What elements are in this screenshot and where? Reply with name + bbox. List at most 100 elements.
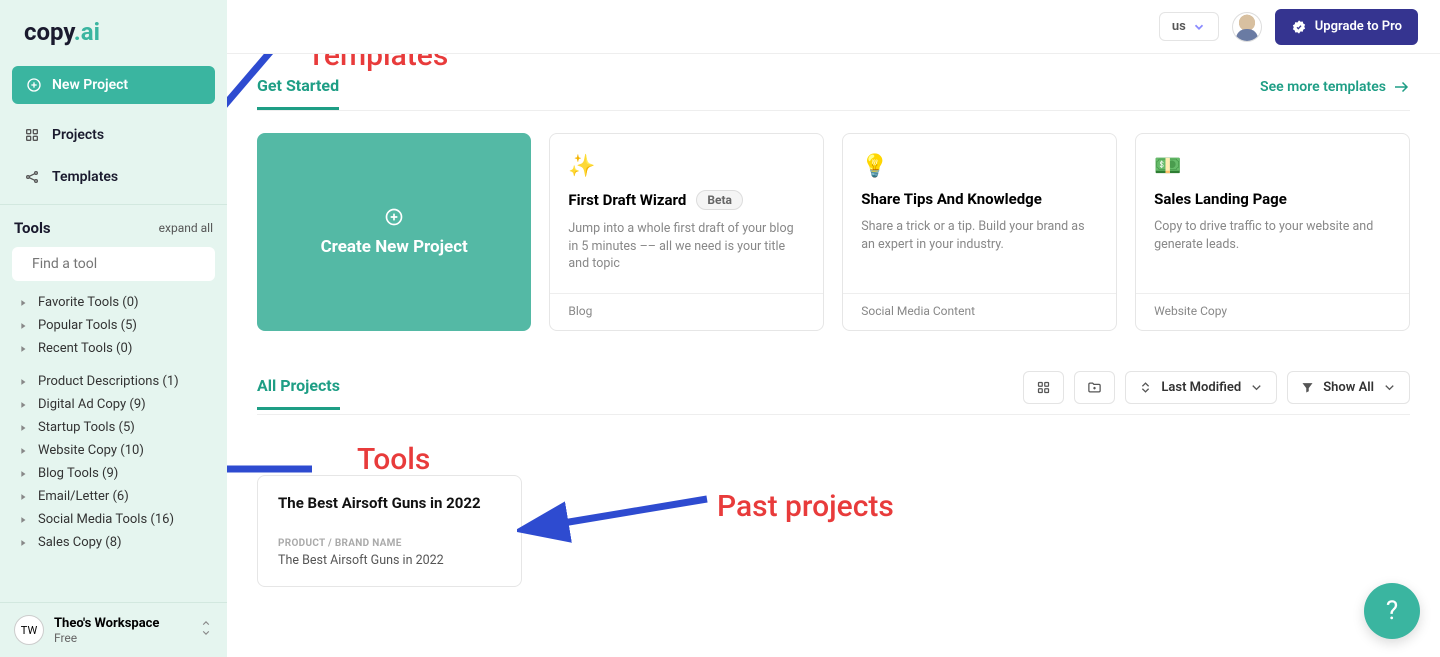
share-nodes-icon [24, 169, 40, 185]
annotation-past-projects: Past projects [717, 489, 894, 524]
annotation-arrow [517, 484, 717, 544]
sort-button[interactable]: Last Modified [1125, 371, 1277, 404]
caret-right-icon [18, 377, 28, 387]
nav-templates-label: Templates [52, 169, 118, 185]
locale-label: us [1172, 19, 1186, 34]
workspace-name: Theo's Workspace [54, 616, 159, 631]
workspace-switcher[interactable]: TW Theo's Workspace Free [0, 602, 227, 657]
chevron-updown-icon[interactable] [199, 619, 213, 641]
template-icon: ✨ [568, 150, 805, 182]
tool-list[interactable]: Favorite Tools (0) Popular Tools (5) Recen… [0, 291, 227, 602]
caret-right-icon [18, 298, 28, 308]
create-project-label: Create New Project [321, 237, 468, 257]
upgrade-button[interactable]: Upgrade to Pro [1275, 9, 1418, 45]
see-more-label: See more templates [1260, 79, 1386, 95]
chevron-down-icon [1382, 380, 1397, 395]
tool-search-input[interactable] [32, 256, 210, 272]
arrow-right-icon [1392, 78, 1410, 96]
tool-item[interactable]: Social Media Tools (16) [18, 508, 219, 531]
create-new-project-card[interactable]: Create New Project [257, 133, 531, 331]
tool-item[interactable]: Startup Tools (5) [18, 416, 219, 439]
template-icon: 💵 [1154, 150, 1391, 182]
annotation-templates: Templates [307, 54, 448, 73]
logo-text-1: copy [24, 18, 74, 46]
plus-circle-icon [384, 207, 404, 227]
logo-text-2: .ai [74, 18, 100, 46]
template-category: Social Media Content [843, 293, 1116, 318]
tab-all-projects[interactable]: All Projects [257, 376, 340, 410]
tool-label: Blog Tools (9) [38, 466, 118, 481]
tool-item[interactable]: Sales Copy (8) [18, 531, 219, 554]
main: us Upgrade to Pro Get Started See more t… [227, 0, 1440, 657]
expand-all-link[interactable]: expand all [159, 221, 213, 235]
tool-label: Recent Tools (0) [38, 341, 132, 356]
tool-item[interactable]: Blog Tools (9) [18, 462, 219, 485]
tool-item[interactable]: Recent Tools (0) [18, 337, 219, 360]
plus-circle-icon [26, 77, 42, 93]
filter-button[interactable]: Show All [1287, 371, 1410, 404]
get-started-header: Get Started See more templates [257, 76, 1410, 111]
caret-right-icon [18, 469, 28, 479]
user-avatar[interactable] [1233, 13, 1261, 41]
nav-projects[interactable]: Projects [0, 114, 227, 156]
template-card[interactable]: 💡 Share Tips And Knowledge Share a trick o… [842, 133, 1117, 331]
sidebar: copy.ai New Project Projects Templates T… [0, 0, 227, 657]
template-title: First Draft WizardBeta [568, 190, 805, 210]
template-title: Share Tips And Knowledge [861, 190, 1098, 208]
template-card[interactable]: 💵 Sales Landing Page Copy to drive traffic… [1135, 133, 1410, 331]
nav-templates[interactable]: Templates [0, 156, 227, 198]
tool-label: Startup Tools (5) [38, 420, 135, 435]
tool-search[interactable] [12, 247, 215, 281]
tool-label: Digital Ad Copy (9) [38, 397, 146, 412]
tool-item[interactable]: Email/Letter (6) [18, 485, 219, 508]
chevron-down-icon [1249, 380, 1264, 395]
workspace-avatar: TW [14, 615, 44, 645]
template-title: Sales Landing Page [1154, 190, 1391, 208]
tool-item[interactable]: Website Copy (10) [18, 439, 219, 462]
project-controls: Last Modified Show All [1023, 371, 1410, 414]
template-description: Jump into a whole first draft of your bl… [568, 220, 805, 273]
sort-icon [1138, 380, 1153, 395]
tool-label: Email/Letter (6) [38, 489, 129, 504]
view-grid-button[interactable] [1023, 371, 1064, 404]
tool-item[interactable]: Product Descriptions (1) [18, 370, 219, 393]
grid-icon [24, 127, 40, 143]
template-card[interactable]: ✨ First Draft WizardBeta Jump into a whole… [549, 133, 824, 331]
caret-right-icon [18, 538, 28, 548]
tool-label: Product Descriptions (1) [38, 374, 179, 389]
locale-selector[interactable]: us [1159, 12, 1219, 41]
folder-plus-icon [1087, 380, 1102, 395]
logo[interactable]: copy.ai [0, 0, 227, 56]
badge-check-icon [1291, 19, 1307, 35]
annotation-tools: Tools [357, 442, 430, 477]
tool-label: Website Copy (10) [38, 443, 144, 458]
tool-label: Social Media Tools (16) [38, 512, 174, 527]
caret-right-icon [18, 423, 28, 433]
template-category: Website Copy [1136, 293, 1409, 318]
beta-badge: Beta [696, 190, 743, 210]
new-project-button[interactable]: New Project [12, 66, 215, 104]
filter-label: Show All [1323, 380, 1374, 395]
help-button[interactable]: ? [1364, 583, 1420, 639]
template-description: Copy to drive traffic to your website an… [1154, 218, 1391, 253]
tools-header: Tools expand all [0, 204, 227, 247]
tool-label: Favorite Tools (0) [38, 295, 139, 310]
new-folder-button[interactable] [1074, 371, 1115, 404]
tool-item[interactable]: Popular Tools (5) [18, 314, 219, 337]
workspace-plan: Free [54, 631, 159, 645]
sort-label: Last Modified [1161, 380, 1241, 395]
tool-item[interactable]: Favorite Tools (0) [18, 291, 219, 314]
tools-title: Tools [14, 219, 51, 237]
tool-item[interactable]: Digital Ad Copy (9) [18, 393, 219, 416]
filter-icon [1300, 380, 1315, 395]
template-icon: 💡 [861, 150, 1098, 182]
help-icon: ? [1386, 596, 1398, 626]
template-description: Share a trick or a tip. Build your brand… [861, 218, 1098, 253]
tab-get-started[interactable]: Get Started [257, 76, 339, 110]
topbar: us Upgrade to Pro [227, 0, 1440, 54]
project-field-label: PRODUCT / BRAND NAME [278, 538, 501, 549]
see-more-templates-link[interactable]: See more templates [1260, 78, 1410, 108]
project-field-value: The Best Airsoft Guns in 2022 [278, 553, 501, 568]
caret-right-icon [18, 446, 28, 456]
project-card[interactable]: The Best Airsoft Guns in 2022 PRODUCT / … [257, 475, 522, 587]
